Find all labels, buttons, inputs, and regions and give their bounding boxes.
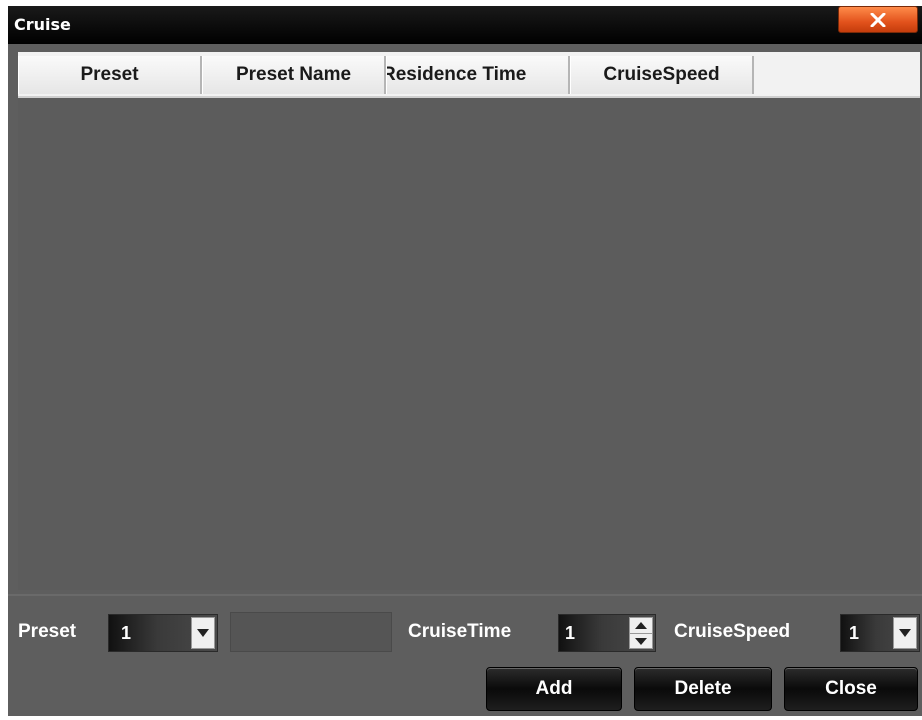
column-header-cruise-speed[interactable]: CruiseSpeed <box>570 56 754 94</box>
cruise-time-stepper[interactable]: 1 <box>558 614 656 652</box>
delete-button[interactable]: Delete <box>634 667 772 711</box>
dropdown-arrow-icon[interactable] <box>191 617 215 649</box>
dropdown-arrow-icon[interactable] <box>893 617 917 649</box>
cruise-table[interactable]: Preset Preset Name Residence Time Cruise… <box>18 52 920 590</box>
add-button[interactable]: Add <box>486 667 622 711</box>
title-bar: Cruise <box>8 6 922 44</box>
preset-value: 1 <box>121 623 132 643</box>
cruise-speed-value: 1 <box>849 623 860 643</box>
preset-dropdown[interactable]: 1 <box>108 614 218 652</box>
close-window-button[interactable] <box>838 6 918 33</box>
spin-buttons <box>629 617 653 649</box>
column-header-residence-time[interactable]: Residence Time <box>386 56 570 94</box>
column-header-preset[interactable]: Preset <box>18 56 202 94</box>
cruise-speed-label: CruiseSpeed <box>674 621 791 642</box>
controls-panel: Preset 1 CruiseTime 1 CruiseSpeed 1 Add … <box>8 594 922 716</box>
spin-up-icon[interactable] <box>630 618 652 633</box>
table-header: Preset Preset Name Residence Time Cruise… <box>18 52 920 98</box>
cruise-time-label: CruiseTime <box>408 621 512 642</box>
preset-label: Preset <box>18 621 77 642</box>
column-header-preset-name[interactable]: Preset Name <box>202 56 386 94</box>
close-button[interactable]: Close <box>784 667 918 711</box>
window-title: Cruise <box>14 15 71 34</box>
preset-name-field[interactable] <box>230 612 392 652</box>
spin-down-icon[interactable] <box>630 633 652 649</box>
close-x-icon <box>869 12 887 27</box>
cruise-speed-dropdown[interactable]: 1 <box>840 614 920 652</box>
cruise-time-value: 1 <box>565 623 576 643</box>
cruise-dialog: Cruise Preset Preset Name Residence Time… <box>8 6 922 716</box>
